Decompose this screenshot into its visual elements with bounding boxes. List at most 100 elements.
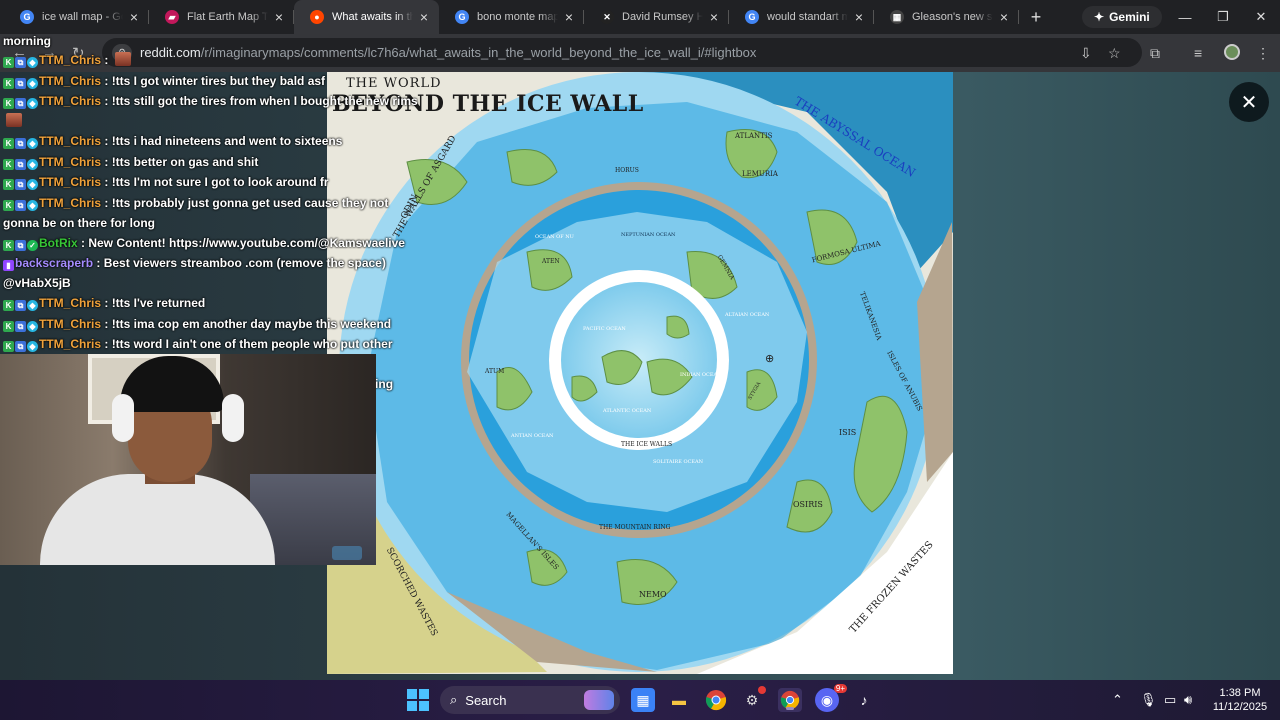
chat-badge-icon: ⧉ [15,341,26,352]
map-graphic [327,72,953,674]
reddit-icon: ● [310,10,324,24]
chat-badge-icon: K [3,138,14,149]
extensions-icon[interactable]: ⧉ [1150,45,1160,62]
google-icon: G [745,10,759,24]
map-image[interactable]: THE WORLD BEYOND THE ICE WALL THE ABYSSA… [327,72,953,674]
chat-badge-icon: K [3,179,14,190]
tab-label: would standart ma [767,11,848,23]
chat-badge-icon: ⧉ [15,199,26,211]
chat-username[interactable]: TTM_Chris [39,337,101,351]
chat-username[interactable]: BotRix [39,236,78,250]
chrome-icon[interactable] [704,688,728,712]
webcam-watermark [332,546,362,560]
chat-badge-icon: ◆ [27,199,38,211]
tab-close-icon[interactable]: × [272,9,286,25]
chat-text: !tts i had nineteens and went to sixteen… [111,134,343,148]
tab-0[interactable]: Gice wall map - Google × [4,0,149,34]
lightbox-close-button[interactable]: ✕ [1229,82,1269,122]
tab-2[interactable]: ● What awaits in the × [294,0,439,34]
tab-5[interactable]: Gwould standart ma × [729,0,874,34]
taskbar-search[interactable]: ⌕ Search [440,686,620,714]
tray-overflow-icon[interactable]: ⌃ [1112,692,1123,708]
tab-6[interactable]: ▦ Gleason's new stan × [874,0,1019,34]
tab-1[interactable]: ▰ Flat Earth Map Terr × [149,0,294,34]
chat-username[interactable]: TTM_Chris [39,155,101,169]
chat-badge-icon: K [3,158,14,170]
discord-badge: 9+ [833,684,847,693]
media-controls-icon[interactable]: ≡ [1194,45,1202,61]
chat-badge-icon: ◆ [27,341,38,352]
network-icon[interactable]: ▭ [1164,692,1176,708]
minimize-button[interactable]: — [1166,0,1204,34]
chat-text: !tts I'm not sure I got to look around f… [111,175,329,189]
browser-menu-icon[interactable]: ⋮ [1256,45,1270,62]
chat-badge-icon: ◆ [27,300,38,311]
tiktok-icon[interactable]: ♪ [852,688,876,712]
label-ocean-of-nu: OCEAN OF NU [535,234,574,240]
gemini-label: Gemini [1109,10,1150,24]
chat-text: !tts I've returned [111,296,206,310]
chat-badge-icon: ⧉ [15,300,26,311]
tab-label: David Rumsey Hist [622,11,703,23]
webcam-feed [0,354,376,565]
chat-message: K ⧉ ◆ TTM_Chris : !tts probably just gonna … [3,195,389,230]
tab-close-icon[interactable]: × [852,9,866,25]
taskbar-search-label: Search [465,692,507,708]
chat-badge-icon: K [3,320,14,332]
chat-username[interactable]: TTM_Chris [39,94,101,108]
label-mountain-ring: THE MOUNTAIN RING [599,524,671,531]
chat-username[interactable]: TTM_Chris [39,53,101,67]
close-window-button[interactable]: ✕ [1242,0,1280,34]
install-app-icon[interactable]: ⇩ [1080,45,1092,62]
tab-close-icon[interactable]: × [562,9,576,25]
chat-username[interactable]: TTM_Chris [39,175,101,189]
chat-message: K ⧉ ◆ TTM_Chris : !tts better on gas and sh… [0,152,420,173]
chrome-active-icon[interactable] [778,688,802,712]
file-explorer-icon[interactable]: ▬ [667,688,691,712]
bookmark-star-icon[interactable]: ☆ [1108,45,1121,62]
profile-avatar[interactable] [1224,44,1240,60]
gemini-icon: ✦ [1094,10,1105,24]
label-antian-ocean: ANTIAN OCEAN [511,433,554,439]
tab-label: bono monte map [477,11,558,23]
chat-top-line: morning [3,34,51,48]
chat-username[interactable]: TTM_Chris [39,134,101,148]
label-atlantic-ocean: ATLANTIC OCEAN [603,408,652,414]
label-atlantis: ATLANTIS [735,132,773,140]
tab-close-icon[interactable]: × [127,9,141,25]
chat-username[interactable]: backscraperb [15,256,93,270]
tab-close-icon[interactable]: × [997,9,1011,25]
chat-badge-icon: ◆ [27,320,38,332]
tab-close-icon[interactable]: × [417,9,431,25]
windows-logo-icon [407,689,429,711]
maximize-button[interactable]: ❐ [1204,0,1242,34]
chat-username[interactable]: TTM_Chris [39,196,101,210]
chat-badge-icon: ◆ [27,179,38,190]
store-icon[interactable]: ▦ [631,688,655,712]
settings-gear-icon[interactable]: ⚙ [740,686,766,712]
discord-icon[interactable]: ◉ 9+ [815,684,847,712]
volume-icon[interactable]: 🔊︎ [1184,692,1192,708]
tab-list: Gice wall map - Google × ▰ Flat Earth Map T… [4,0,1019,34]
label-neptunian-ocean: NEPTUNIAN OCEAN [621,232,676,238]
new-tab-button[interactable]: + [1019,7,1053,28]
chat-username[interactable]: TTM_Chris [39,317,101,331]
microphone-icon[interactable]: 🎙︎ [1140,692,1157,708]
chat-username[interactable]: TTM_Chris [39,74,101,88]
gemini-button[interactable]: ✦ Gemini [1082,6,1162,28]
system-clock[interactable]: 1:38 PM 11/12/2025 [1208,686,1272,714]
chat-badge-icon: ◆ [27,98,38,109]
start-button[interactable] [406,688,430,712]
chat-badge-icon: ◆ [27,77,38,89]
label-horus: HORUS [615,167,639,174]
active-indicator [786,707,794,710]
headphones-right [222,394,244,442]
label-altaian-ocean: ALTAIAN OCEAN [725,312,770,318]
chat-username[interactable]: TTM_Chris [39,296,101,310]
tab-4[interactable]: ✕ David Rumsey Hist × [584,0,729,34]
chat-badge-icon: ⧉ [15,239,26,251]
chat-message: K ⧉ ✓ BotRix : New Content! https://www.you… [0,233,420,254]
tab-close-icon[interactable]: × [707,9,721,25]
tab-3[interactable]: Gbono monte map × [439,0,584,34]
chat-badge-icon: K [3,57,14,68]
